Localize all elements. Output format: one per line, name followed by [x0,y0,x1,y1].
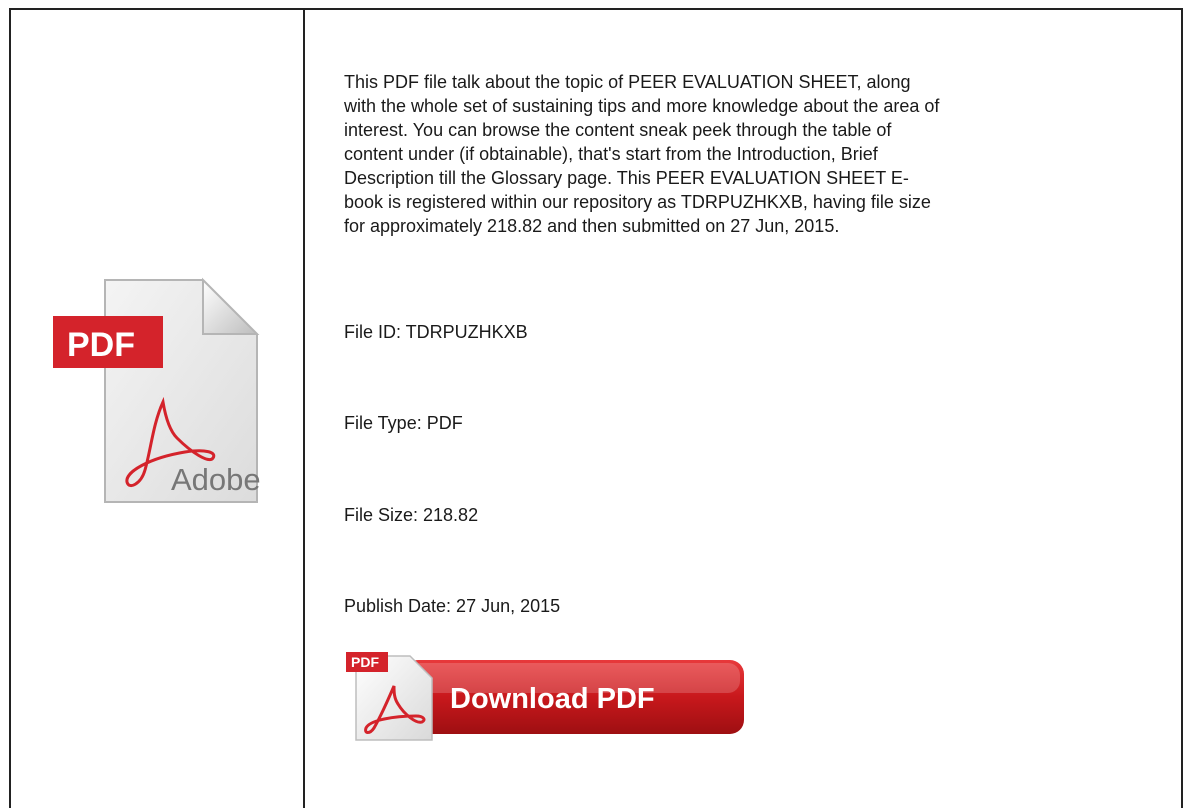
download-badge-text: PDF [351,654,379,670]
description-line: for approximately 218.82 and then submit… [344,216,840,236]
description-line: with the whole set of sustaining tips an… [344,96,940,116]
file-size: File Size: 218.82 [344,505,479,525]
description-line: book is registered within our repository… [344,192,931,212]
adobe-wordmark: Adobe [171,462,261,497]
description-line: This PDF file talk about the topic of PE… [344,72,911,92]
content-cell: This PDF file talk about the topic of PE… [344,70,1144,741]
description-line: Description till the Glossary page. This… [344,168,909,188]
file-type: File Type: PDF [344,413,463,433]
icon-cell: PDF Adobe [11,10,303,808]
pdf-download-icon: PDF [346,652,433,741]
pdf-document-icon: PDF Adobe [53,277,261,503]
content-table: PDF Adobe This PDF file talk about the t… [9,8,1183,808]
download-pdf-button[interactable]: Download PDF PDF [342,648,745,744]
pdf-tag-text: PDF [67,326,135,364]
description-line: content under (if obtainable), that's st… [344,144,878,164]
column-divider [303,10,305,808]
description-line: interest. You can browse the content sne… [344,120,892,140]
download-button-label: Download PDF [450,683,655,715]
file-id: File ID: TDRPUZHKXB [344,322,528,342]
file-description: This PDF file talk about the topic of PE… [344,70,1144,238]
publish-date: Publish Date: 27 Jun, 2015 [344,596,561,616]
